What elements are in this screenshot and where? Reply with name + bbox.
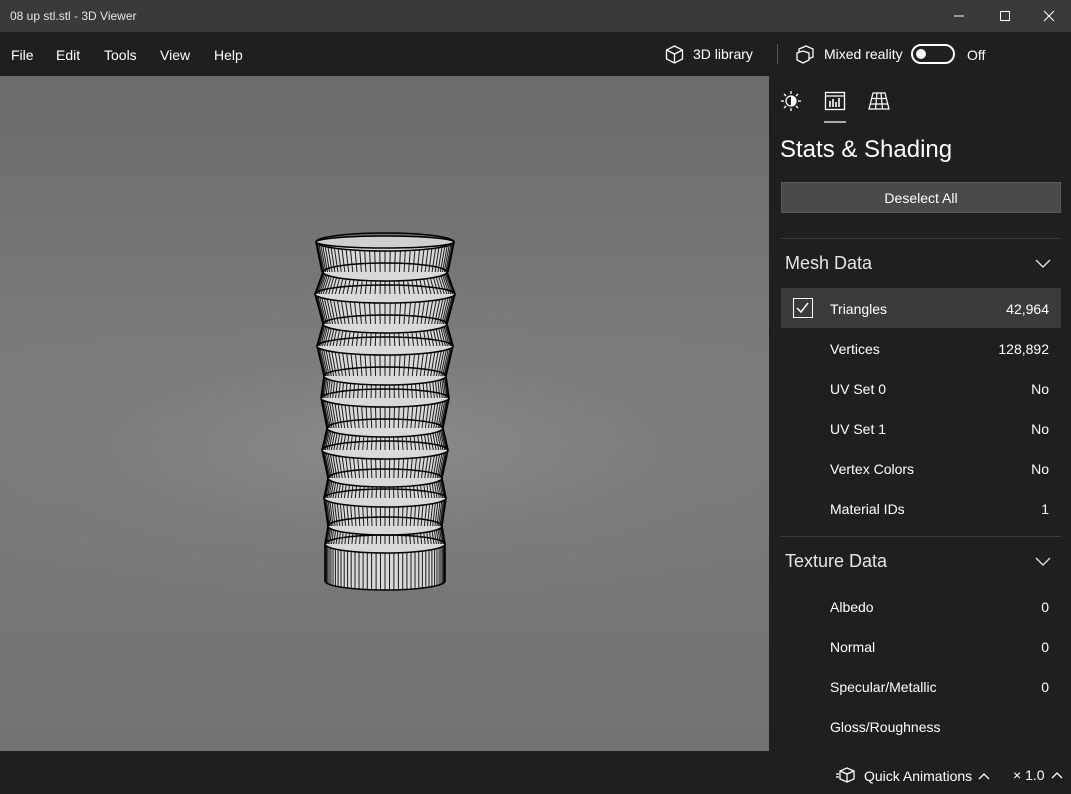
chevron-up-icon: [1051, 772, 1062, 779]
menu-file[interactable]: File: [11, 47, 34, 63]
row-label: UV Set 1: [830, 421, 887, 437]
quick-animations-label: Quick Animations: [864, 768, 973, 784]
toggle-knob: [916, 49, 926, 59]
row-label: Gloss/Roughness: [830, 719, 941, 735]
minimize-icon: [954, 15, 964, 17]
menu-edit[interactable]: Edit: [56, 47, 80, 63]
sun-icon: [781, 91, 801, 111]
texture-row-normal[interactable]: Normal 0: [781, 626, 1061, 666]
chevron-down-icon[interactable]: [1035, 257, 1051, 269]
mesh-row-triangles[interactable]: Triangles 42,964: [781, 288, 1061, 328]
3d-viewport[interactable]: [0, 76, 769, 751]
mixed-reality-button[interactable]: Mixed reality: [795, 43, 903, 65]
mixed-reality-icon: [796, 44, 814, 64]
texture-data-title: Texture Data: [785, 551, 888, 571]
section-divider: [781, 536, 1061, 537]
quick-animations-button[interactable]: Quick Animations: [836, 767, 990, 785]
row-label: Triangles: [830, 301, 888, 317]
row-value: No: [1031, 421, 1049, 437]
active-tab-indicator: [824, 121, 846, 123]
mesh-row-material-ids[interactable]: Material IDs 1: [781, 488, 1061, 528]
tab-lighting[interactable]: [780, 90, 802, 112]
cube-icon: [665, 44, 684, 64]
mesh-row-uv-set-0[interactable]: UV Set 0 No: [781, 368, 1061, 408]
section-divider: [781, 238, 1061, 239]
row-value: 42,964: [1006, 301, 1049, 317]
animation-cube-icon: [836, 767, 855, 783]
menu-view[interactable]: View: [160, 47, 190, 63]
row-label: Vertices: [830, 341, 880, 357]
row-label: UV Set 0: [830, 381, 887, 397]
deselect-all-button[interactable]: Deselect All: [781, 182, 1061, 213]
row-value: 0: [1041, 599, 1049, 615]
mesh-row-vertices[interactable]: Vertices 128,892: [781, 328, 1061, 368]
row-label: Albedo: [830, 599, 874, 615]
maximize-button[interactable]: [982, 0, 1028, 32]
toggle-state-label: Off: [967, 47, 986, 63]
texture-row-albedo[interactable]: Albedo 0: [781, 586, 1061, 626]
row-value: No: [1031, 381, 1049, 397]
triangles-checkbox[interactable]: [793, 298, 813, 318]
speed-selector[interactable]: × 1.0: [1013, 767, 1063, 783]
window-title: 08 up stl.stl - 3D Viewer: [10, 9, 137, 23]
menu-tools[interactable]: Tools: [104, 47, 137, 63]
menu-help[interactable]: Help: [214, 47, 243, 63]
row-value: 0: [1041, 679, 1049, 695]
row-label: Normal: [830, 639, 876, 655]
row-label: Material IDs: [830, 501, 905, 517]
row-label: Specular/Metallic: [830, 679, 937, 695]
toolbar-separator: [777, 44, 778, 64]
stats-panel: Stats & Shading Deselect All Mesh Data T…: [769, 76, 1071, 751]
row-value: 0: [1041, 639, 1049, 655]
status-bar: Quick Animations × 1.0: [0, 751, 1071, 794]
texture-row-specular-metallic[interactable]: Specular/Metallic 0: [781, 666, 1061, 706]
minimize-button[interactable]: [936, 0, 982, 32]
tab-grid[interactable]: [868, 90, 890, 112]
close-button[interactable]: [1026, 0, 1071, 32]
menu-bar: File Edit Tools View Help 3D library Mix…: [0, 32, 1071, 76]
model-top-cap: [315, 235, 455, 249]
chevron-up-icon: [978, 773, 990, 780]
row-value: 128,892: [998, 341, 1049, 357]
chevron-down-icon[interactable]: [1035, 555, 1051, 567]
speed-label: × 1.0: [1013, 767, 1045, 783]
mixed-reality-toggle[interactable]: [911, 44, 955, 64]
mesh-data-title: Mesh Data: [785, 253, 873, 273]
texture-row-gloss-roughness[interactable]: Gloss/Roughness: [781, 706, 1061, 746]
checkmark-icon: [796, 302, 809, 314]
mesh-row-vertex-colors[interactable]: Vertex Colors No: [781, 448, 1061, 488]
close-icon: [1043, 10, 1055, 22]
maximize-icon: [1000, 11, 1010, 21]
mesh-row-uv-set-1[interactable]: UV Set 1 No: [781, 408, 1061, 448]
3d-library-label: 3D library: [693, 46, 753, 62]
3d-model-wireframe[interactable]: [0, 76, 769, 751]
row-value: 1: [1041, 501, 1049, 517]
row-value: No: [1031, 461, 1049, 477]
panel-heading: Stats & Shading: [780, 136, 953, 163]
title-bar: 08 up stl.stl - 3D Viewer: [0, 0, 1071, 32]
stats-chart-icon: [824, 91, 846, 111]
grid-icon: [868, 92, 890, 110]
3d-library-button[interactable]: 3D library: [664, 43, 753, 65]
row-label: Vertex Colors: [830, 461, 915, 477]
tab-stats[interactable]: [824, 90, 846, 112]
mixed-reality-label: Mixed reality: [824, 46, 903, 62]
